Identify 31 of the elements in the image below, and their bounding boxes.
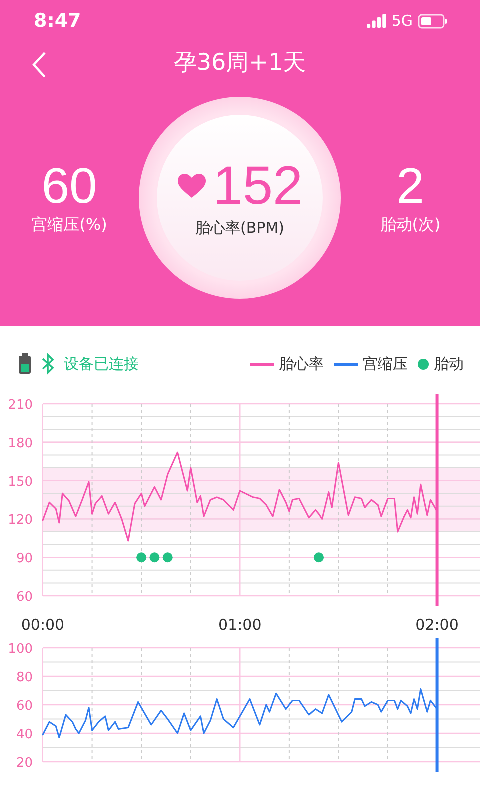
signal-icon	[366, 14, 387, 28]
axis-tick-label: 150	[8, 474, 33, 490]
axis-tick-label: 20	[16, 756, 33, 771]
heart-rate-value: 152	[212, 158, 304, 212]
connection-status: 设备已连接	[64, 354, 139, 374]
legend-label: 胎心率	[279, 354, 324, 374]
stat-value: 2	[396, 160, 424, 210]
axis-tick-label: 90	[16, 552, 33, 567]
axis-tick-label: 60	[16, 590, 33, 605]
stat-value: 60	[42, 160, 98, 210]
page-title: 孕36周+1天	[174, 48, 306, 78]
axis-tick-label: 80	[16, 670, 33, 686]
time-label: 00:00	[21, 616, 65, 634]
axis-tick-label: 180	[8, 436, 33, 452]
time-label: 01:00	[218, 616, 262, 634]
network-label: 5G	[392, 12, 413, 30]
axis-tick-label: 60	[16, 699, 33, 714]
status-time: 8:47	[34, 10, 82, 32]
heart-icon	[176, 172, 207, 198]
battery-icon	[418, 14, 448, 28]
axis-tick-label: 40	[16, 728, 33, 742]
stat-label: 宫缩压(%)	[32, 214, 108, 236]
heart-rate-label: 胎心率(BPM)	[196, 218, 284, 238]
battery-icon	[18, 353, 32, 375]
time-label: 02:00	[416, 616, 459, 634]
stat-label: 胎动(次)	[380, 214, 441, 236]
legend-label: 胎动	[434, 354, 464, 374]
axis-tick-label: 120	[8, 513, 33, 528]
axis-tick-label: 210	[8, 398, 33, 413]
legend-label: 宫缩压	[363, 354, 408, 374]
axis-tick-label: 100	[8, 642, 33, 657]
